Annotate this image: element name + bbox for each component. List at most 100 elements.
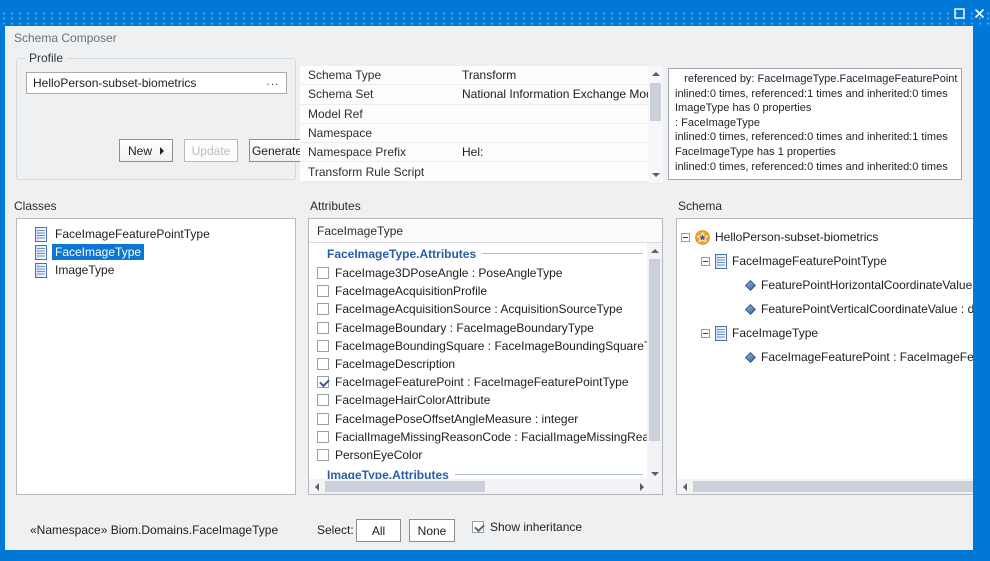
tree-collapse-toggle[interactable] [681, 233, 690, 242]
property-row[interactable]: Namespace PrefixHel: [300, 143, 648, 162]
class-item-label: ImageType [52, 262, 117, 278]
attribute-item[interactable]: FacialImageMissingReasonCode : FacialIma… [309, 428, 647, 446]
schema-tree-row[interactable]: FeaturePointVerticalCoordinateValue : de… [677, 297, 973, 321]
attribute-checkbox[interactable] [317, 303, 329, 315]
class-icon [35, 245, 47, 260]
schema-tree-row[interactable]: FaceImageFeaturePointType [677, 249, 973, 273]
attributes-section-header: ImageType.Attributes [309, 464, 647, 479]
property-row[interactable]: Model Ref [300, 105, 648, 124]
profile-name-field[interactable]: HelloPerson-subset-biometrics ... [26, 72, 287, 94]
property-value[interactable]: National Information Exchange Mod... [458, 87, 648, 101]
scroll-up-arrow-icon[interactable] [647, 243, 662, 258]
section-title: FaceImageType.Attributes [327, 247, 476, 261]
attribute-label: FaceImageBoundingSquare : FaceImageBound… [335, 339, 647, 353]
scrollbar-thumb[interactable] [325, 481, 485, 492]
attribute-checkbox[interactable] [317, 322, 329, 334]
dialog-title: Schema Composer [14, 31, 117, 45]
attributes-class-header: FaceImageType [309, 219, 662, 243]
schema-tree-row[interactable]: HelloPerson-subset-biometrics [677, 225, 973, 249]
classes-label: Classes [14, 199, 57, 213]
attribute-item[interactable]: FaceImageBoundary : FaceImageBoundaryTyp… [309, 319, 647, 337]
browse-profile-button[interactable]: ... [260, 74, 286, 92]
attribute-checkbox[interactable] [317, 267, 329, 279]
profile-name-value: HelloPerson-subset-biometrics [27, 76, 260, 90]
class-item-label: FaceImageType [52, 244, 144, 260]
info-line: inlined:0 times, referenced:0 times and … [675, 160, 955, 175]
select-none-label: None [418, 524, 447, 538]
scroll-left-arrow-icon[interactable] [309, 479, 324, 494]
scroll-left-arrow-icon[interactable] [677, 479, 692, 494]
property-row[interactable]: Schema SetNational Information Exchange … [300, 85, 648, 104]
tree-node-label: FaceImageType [732, 326, 818, 340]
scrollbar-thumb[interactable] [649, 259, 660, 441]
property-row[interactable]: Transform Rule Script [300, 162, 648, 181]
tree-collapse-toggle[interactable] [701, 257, 710, 266]
schema-tree-row[interactable]: FaceImageType [677, 321, 973, 345]
update-button[interactable]: Update [184, 139, 238, 162]
tree-collapse-toggle[interactable] [701, 329, 710, 338]
attribute-item[interactable]: FaceImageAcquisitionSource : Acquisition… [309, 300, 647, 318]
attribute-checkbox[interactable] [317, 413, 329, 425]
schema-tree[interactable]: HelloPerson-subset-biometricsFaceImageFe… [677, 219, 973, 479]
attributes-panel: FaceImageType FaceImageType.AttributesFa… [308, 218, 663, 495]
attribute-checkbox[interactable] [317, 376, 329, 388]
attribute-item[interactable]: FaceImageAcquisitionProfile [309, 282, 647, 300]
attribute-item[interactable]: PersonEyeColor [309, 446, 647, 464]
scrollbar-thumb[interactable] [693, 481, 973, 492]
scroll-down-arrow-icon[interactable] [648, 167, 663, 182]
generate-button-label: Generate [252, 144, 302, 158]
schema-horizontal-scrollbar[interactable] [677, 479, 973, 494]
tree-node-label: FaceImageFeaturePoint : FaceImageFeature… [761, 350, 973, 364]
attributes-label: Attributes [310, 199, 361, 213]
class-list-item[interactable]: ImageType [17, 261, 295, 279]
attribute-item[interactable]: FaceImage3DPoseAngle : PoseAngleType [309, 264, 647, 282]
new-button[interactable]: New [119, 139, 173, 162]
attribute-item[interactable]: FaceImageDescription [309, 355, 647, 373]
select-all-button[interactable]: All [356, 519, 401, 542]
class-icon [35, 227, 47, 242]
section-rule [482, 253, 643, 254]
show-inheritance-checkbox[interactable] [472, 521, 484, 533]
attribute-icon [745, 352, 756, 363]
attribute-checkbox[interactable] [317, 394, 329, 406]
maximize-button[interactable] [948, 2, 970, 24]
scroll-up-arrow-icon[interactable] [648, 66, 663, 81]
attribute-checkbox[interactable] [317, 285, 329, 297]
attribute-item[interactable]: FaceImagePoseOffsetAngleMeasure : intege… [309, 410, 647, 428]
class-list-item[interactable]: FaceImageType [17, 243, 295, 261]
scrollbar-thumb[interactable] [650, 83, 661, 121]
property-row[interactable]: Namespace [300, 124, 648, 143]
attribute-checkbox[interactable] [317, 340, 329, 352]
property-value[interactable]: Hel: [458, 145, 648, 159]
attribute-checkbox[interactable] [317, 449, 329, 461]
attribute-item[interactable]: FaceImageHairColorAttribute [309, 391, 647, 409]
property-value[interactable]: Transform [458, 68, 648, 82]
property-name: Transform Rule Script [300, 165, 458, 179]
select-none-button[interactable]: None [409, 519, 455, 542]
profile-property-grid: Schema TypeTransformSchema SetNational I… [300, 66, 663, 182]
class-icon [715, 254, 727, 269]
generate-button[interactable]: Generate [249, 139, 305, 162]
property-grid-vertical-scrollbar[interactable] [648, 66, 663, 182]
attributes-vertical-scrollbar[interactable] [647, 243, 662, 481]
profile-groupbox: Profile HelloPerson-subset-biometrics ..… [16, 58, 296, 180]
attributes-list: FaceImageType.Attributes FaceImage3DPoseA… [309, 243, 647, 479]
class-list-item[interactable]: FaceImageFeaturePointType [17, 225, 295, 243]
property-row[interactable]: Schema TypeTransform [300, 66, 648, 85]
close-button[interactable] [968, 2, 990, 24]
attribute-item[interactable]: FaceImageFeaturePoint : FaceImageFeature… [309, 373, 647, 391]
scrollbar-corner [647, 479, 662, 494]
attribute-checkbox[interactable] [317, 358, 329, 370]
attribute-checkbox[interactable] [317, 431, 329, 443]
dialog-content: Schema Composer Profile HelloPerson-subs… [5, 26, 973, 550]
schema-panel: HelloPerson-subset-biometricsFaceImageFe… [676, 218, 973, 495]
attribute-item[interactable]: FaceImageBoundingSquare : FaceImageBound… [309, 337, 647, 355]
show-inheritance-control[interactable]: Show inheritance [472, 520, 582, 534]
schema-tree-row[interactable]: FeaturePointHorizontalCoordinateValue : … [677, 273, 973, 297]
attribute-icon [745, 280, 756, 291]
attributes-section-header: FaceImageType.Attributes [309, 243, 647, 264]
attributes-horizontal-scrollbar[interactable] [309, 479, 649, 494]
classes-list[interactable]: FaceImageFeaturePointTypeFaceImageType Im… [16, 218, 296, 495]
select-label: Select: [317, 523, 354, 537]
schema-tree-row[interactable]: FaceImageFeaturePoint : FaceImageFeature… [677, 345, 973, 369]
